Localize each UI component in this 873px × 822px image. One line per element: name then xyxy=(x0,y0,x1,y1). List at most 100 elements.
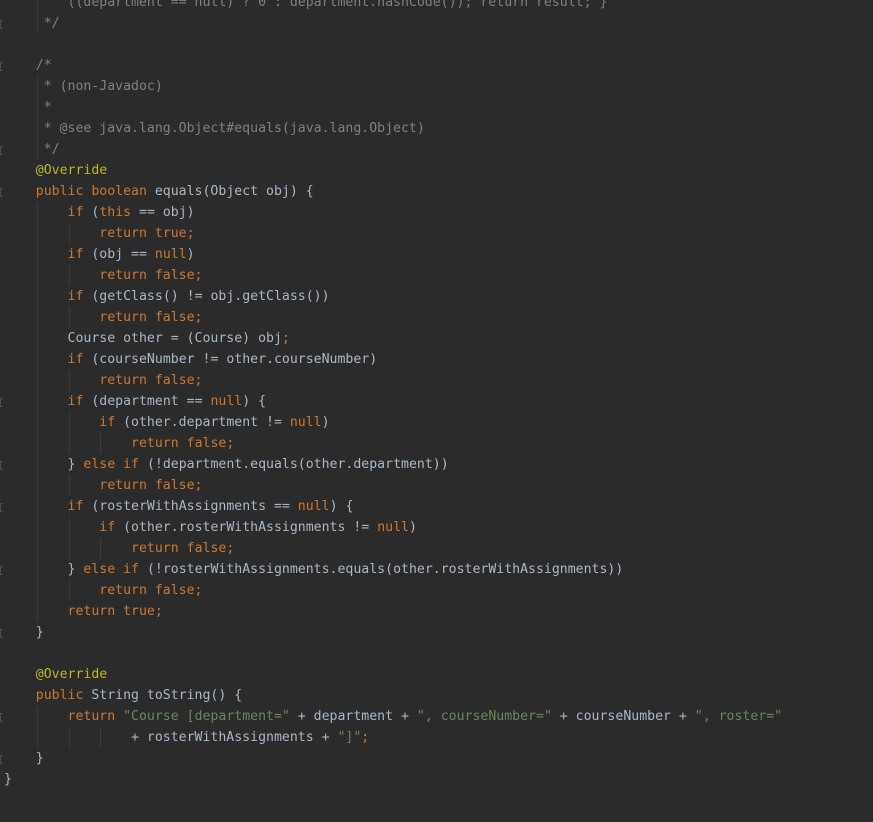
code-line[interactable]: } xyxy=(4,748,782,769)
code-token: (obj == xyxy=(91,247,155,262)
fold-marker-icon[interactable] xyxy=(0,20,3,29)
indent-guide xyxy=(68,223,70,244)
indent-guide xyxy=(68,370,70,391)
code-line[interactable]: if (department == null) { xyxy=(4,391,782,412)
fold-marker-icon[interactable] xyxy=(0,62,3,71)
code-token: else if xyxy=(83,562,147,577)
code-line[interactable]: return true; xyxy=(4,223,782,244)
code-line[interactable]: * (non-Javadoc) xyxy=(4,76,782,97)
indent-guide xyxy=(36,496,38,517)
fold-marker-icon[interactable] xyxy=(0,146,3,155)
fold-marker-icon[interactable] xyxy=(0,713,3,722)
code-area[interactable]: ((department == null) ? 0 : department.h… xyxy=(4,0,782,790)
fold-marker-icon[interactable] xyxy=(0,188,3,197)
code-line[interactable]: if (courseNumber != other.courseNumber) xyxy=(4,349,782,370)
code-line[interactable]: ((department == null) ? 0 : department.h… xyxy=(4,0,782,13)
code-line[interactable]: } xyxy=(4,622,782,643)
code-token: ) { xyxy=(242,394,267,409)
code-line[interactable]: Course other = (Course) obj; xyxy=(4,328,782,349)
code-token: (department == xyxy=(91,394,211,409)
code-line[interactable]: return false; xyxy=(4,307,782,328)
indent-guide xyxy=(36,13,38,34)
code-token: } xyxy=(4,625,44,640)
indent-guide xyxy=(36,370,38,391)
indent-guide xyxy=(36,244,38,265)
code-editor[interactable]: ((department == null) ? 0 : department.h… xyxy=(0,0,873,822)
code-token: return false; xyxy=(131,541,235,556)
code-line[interactable]: return "Course [department=" + departmen… xyxy=(4,706,782,727)
code-line[interactable]: return false; xyxy=(4,475,782,496)
code-line[interactable]: if (getClass() != obj.getClass()) xyxy=(4,286,782,307)
code-line[interactable]: return false; xyxy=(4,433,782,454)
code-line[interactable]: if (other.department != null) xyxy=(4,412,782,433)
code-line[interactable]: + rosterWithAssignments + "]"; xyxy=(4,727,782,748)
indent-guide xyxy=(36,223,38,244)
indent-guide xyxy=(36,139,38,160)
indent-guide xyxy=(36,286,38,307)
code-line[interactable] xyxy=(4,34,782,55)
code-line[interactable]: return false; xyxy=(4,538,782,559)
fold-marker-icon[interactable] xyxy=(0,461,3,470)
fold-marker-icon[interactable] xyxy=(0,566,3,575)
code-line[interactable]: * xyxy=(4,97,782,118)
code-token: return false; xyxy=(99,268,203,283)
code-line[interactable]: if (other.rosterWithAssignments != null) xyxy=(4,517,782,538)
code-token: } xyxy=(4,772,12,787)
code-token: (courseNumber != other.courseNumber) xyxy=(91,352,378,367)
code-line[interactable]: if (rosterWithAssignments == null) { xyxy=(4,496,782,517)
code-line[interactable]: return false; xyxy=(4,370,782,391)
code-token: (getClass() != obj.getClass()) xyxy=(91,289,330,304)
code-line[interactable]: */ xyxy=(4,139,782,160)
fold-marker-icon[interactable] xyxy=(0,629,3,638)
code-token: * xyxy=(4,100,52,115)
code-token: ", roster=" xyxy=(694,709,783,724)
code-line[interactable]: } else if (!rosterWithAssignments.equals… xyxy=(4,559,782,580)
indent-guide xyxy=(68,538,70,559)
code-token: return false; xyxy=(99,373,203,388)
code-token: if xyxy=(67,394,92,409)
code-token: } xyxy=(4,457,84,472)
fold-marker-icon[interactable] xyxy=(0,503,3,512)
code-line[interactable]: public boolean equals(Object obj) { xyxy=(4,181,782,202)
code-line[interactable]: if (obj == null) xyxy=(4,244,782,265)
code-token: ) xyxy=(321,415,330,430)
code-line[interactable]: } else if (!department.equals(other.depa… xyxy=(4,454,782,475)
indent-guide xyxy=(36,517,38,538)
code-line[interactable]: */ xyxy=(4,13,782,34)
code-line[interactable] xyxy=(4,643,782,664)
code-line[interactable]: return true; xyxy=(4,601,782,622)
code-line[interactable]: return false; xyxy=(4,580,782,601)
code-line[interactable]: return false; xyxy=(4,265,782,286)
code-line[interactable]: @Override xyxy=(4,160,782,181)
code-token: return true; xyxy=(99,226,195,241)
code-line[interactable]: if (this == obj) xyxy=(4,202,782,223)
code-token: this xyxy=(99,205,140,220)
indent-guide xyxy=(36,328,38,349)
code-token: if xyxy=(67,352,92,367)
code-line[interactable]: * @see java.lang.Object#equals(java.lang… xyxy=(4,118,782,139)
code-token: } xyxy=(4,751,44,766)
code-token: null xyxy=(297,499,330,514)
fold-marker-icon[interactable] xyxy=(0,755,3,764)
indent-guide xyxy=(36,601,38,622)
code-token: (other.department != xyxy=(123,415,290,430)
indent-guide xyxy=(36,454,38,475)
code-line[interactable]: /* xyxy=(4,55,782,76)
code-token: @Override xyxy=(35,667,108,682)
code-token: (!department.equals(other.department)) xyxy=(146,457,449,472)
code-token: "Course [department=" xyxy=(123,709,298,724)
code-token: if xyxy=(99,415,124,430)
code-token: + rosterWithAssignments + xyxy=(4,730,338,745)
code-line[interactable]: @Override xyxy=(4,664,782,685)
code-line[interactable]: } xyxy=(4,769,782,790)
fold-marker-icon[interactable] xyxy=(0,398,3,407)
code-line[interactable]: public String toString() { xyxy=(4,685,782,706)
indent-guide xyxy=(68,265,70,286)
